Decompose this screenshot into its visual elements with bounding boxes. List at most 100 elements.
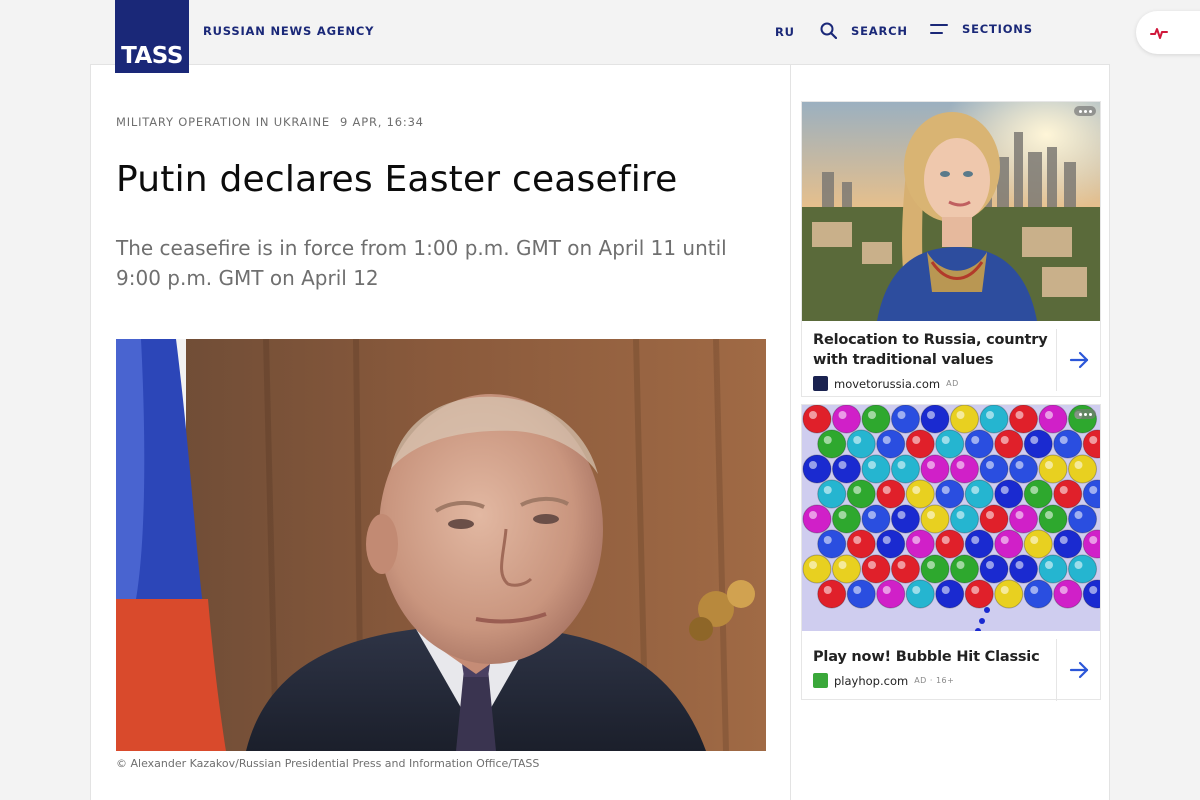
bubble xyxy=(876,579,906,609)
ad-title[interactable]: Relocation to Russia, country with tradi… xyxy=(813,330,1054,370)
ad-image[interactable] xyxy=(802,405,1100,631)
ad-title[interactable]: Play now! Bubble Hit Classic xyxy=(813,647,1054,667)
bubble xyxy=(832,405,861,434)
bubble xyxy=(979,405,1009,434)
search-button[interactable]: SEARCH xyxy=(820,22,908,39)
bubble-highlight xyxy=(823,486,832,494)
bubble-highlight xyxy=(1074,561,1083,569)
bubble xyxy=(994,429,1024,459)
bubble xyxy=(1038,454,1068,484)
ad-options-button[interactable] xyxy=(1074,106,1096,116)
live-feed-button[interactable] xyxy=(1136,11,1200,54)
bubble xyxy=(1053,529,1083,559)
bubble xyxy=(1068,554,1097,584)
ad-body[interactable]: Relocation to Russia, country with tradi… xyxy=(813,330,1054,391)
bubble-highlight xyxy=(1030,536,1039,544)
bubble-highlight xyxy=(1030,436,1039,444)
bubble-highlight xyxy=(897,561,906,569)
bubble-highlight xyxy=(809,411,817,419)
language-switch[interactable]: RU xyxy=(775,25,795,39)
bubble-highlight xyxy=(1000,586,1009,594)
sections-label: SECTIONS xyxy=(962,22,1033,36)
bubble xyxy=(905,529,935,559)
bubble xyxy=(1038,405,1068,434)
bubble-highlight xyxy=(853,586,862,594)
tass-logo[interactable]: TASS xyxy=(115,0,189,73)
bubble xyxy=(876,429,906,459)
article-category[interactable]: MILITARY OPERATION IN UKRAINE xyxy=(116,115,330,129)
ad-card-bubble-game[interactable]: Play now! Bubble Hit Classic playhop.com… xyxy=(801,404,1101,701)
bubble xyxy=(905,429,935,459)
bubble-highlight xyxy=(823,536,832,544)
bubble-highlight xyxy=(971,436,980,444)
bubble xyxy=(891,405,920,434)
arrow-right-icon xyxy=(1069,351,1088,369)
bubble-highlight xyxy=(927,561,935,569)
bubble xyxy=(1023,529,1053,559)
site-header: TASS RUSSIAN NEWS AGENCY RU SEARCH SECTI… xyxy=(0,0,1200,73)
bubble xyxy=(994,529,1024,559)
bubble-highlight xyxy=(1059,436,1068,444)
bubble-highlight xyxy=(956,561,965,569)
article-panel: MILITARY OPERATION IN UKRAINE 9 APR, 16:… xyxy=(90,64,791,800)
bubble xyxy=(1053,479,1083,509)
article-photo xyxy=(116,339,766,751)
bubble-highlight xyxy=(1074,511,1083,519)
bubble xyxy=(935,479,965,509)
bubble xyxy=(846,579,876,609)
bubble-highlight xyxy=(897,411,906,419)
bubble xyxy=(920,554,950,584)
bubble xyxy=(891,554,920,584)
bubble xyxy=(1038,504,1068,534)
bubble xyxy=(905,479,935,509)
bubble xyxy=(802,454,832,484)
bubble-highlight xyxy=(1000,536,1009,544)
ad-image[interactable] xyxy=(802,102,1100,321)
bubble xyxy=(1053,579,1083,609)
bubble-highlight xyxy=(897,461,906,469)
bubble-highlight xyxy=(809,561,817,569)
bubble-highlight xyxy=(986,411,994,419)
photo-credit: © Alexander Kazakov/Russian Presidential… xyxy=(116,757,540,770)
bubble-highlight xyxy=(1089,486,1098,494)
ad-open-button[interactable] xyxy=(1056,639,1100,701)
bubble xyxy=(920,454,950,484)
bubble xyxy=(964,479,994,509)
bubble-highlight xyxy=(1045,461,1053,469)
bubble xyxy=(876,529,906,559)
menu-icon xyxy=(930,24,948,34)
bubble xyxy=(1009,405,1038,434)
bubble-highlight xyxy=(838,511,847,519)
bubble xyxy=(1053,429,1083,459)
ad-options-button[interactable] xyxy=(1074,409,1096,419)
bubble-highlight xyxy=(1089,436,1098,444)
article-date: 9 APR, 16:34 xyxy=(339,115,424,129)
bubble-highlight xyxy=(971,586,980,594)
favicon-icon xyxy=(813,673,828,688)
bubble xyxy=(1009,554,1038,584)
ad-tag: AD xyxy=(946,379,959,388)
ad-card-relocation[interactable]: Relocation to Russia, country with tradi… xyxy=(801,101,1101,397)
bubble xyxy=(935,429,965,459)
ad-open-button[interactable] xyxy=(1056,329,1100,391)
bubble-highlight xyxy=(912,536,921,544)
pulse-icon xyxy=(1150,27,1168,39)
bubble-highlight xyxy=(897,511,906,519)
bubble xyxy=(802,405,832,434)
ad-source: movetorussia.com AD xyxy=(813,376,1054,391)
ad-source-domain: playhop.com xyxy=(834,673,909,688)
sections-button[interactable]: SECTIONS xyxy=(930,22,1033,36)
bubble xyxy=(1009,504,1038,534)
bubble xyxy=(979,504,1009,534)
bubble-highlight xyxy=(868,511,876,519)
bubble-highlight xyxy=(809,461,817,469)
bubble xyxy=(1038,554,1068,584)
bubble xyxy=(1009,454,1038,484)
bubble-highlight xyxy=(882,486,891,494)
aim-dot xyxy=(979,618,985,624)
bubble xyxy=(846,479,876,509)
ad-body[interactable]: Play now! Bubble Hit Classic playhop.com… xyxy=(813,647,1054,688)
bubble-highlight xyxy=(853,486,862,494)
bubble-highlight xyxy=(853,536,862,544)
bubble xyxy=(891,454,920,484)
